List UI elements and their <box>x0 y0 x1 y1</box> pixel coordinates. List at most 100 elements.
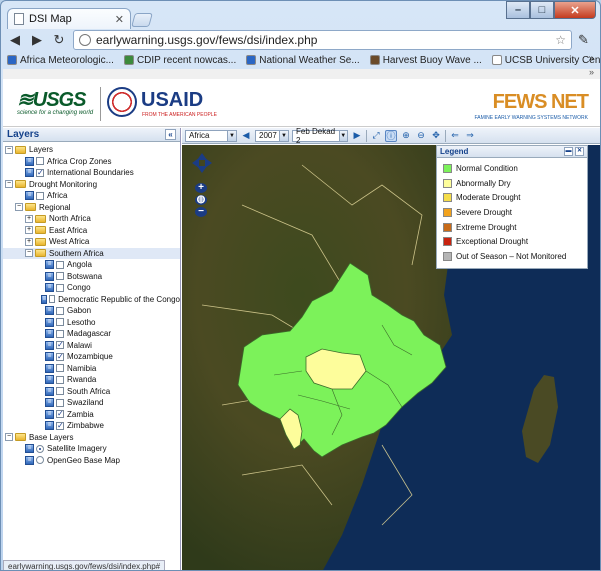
expand-icon[interactable]: + <box>25 214 33 223</box>
close-window-button[interactable]: ✕ <box>554 1 596 19</box>
chevron-down-icon[interactable]: ▼ <box>227 130 236 141</box>
period-select[interactable]: Feb Dekad 2 ▼ <box>292 127 348 145</box>
layer-tree-row[interactable]: ≡ Botswana <box>3 271 180 283</box>
layer-tree-row[interactable]: ≡ ✓ Malawi <box>3 340 180 352</box>
collapse-icon[interactable]: − <box>5 433 13 442</box>
layer-tree-row[interactable]: ≡ Satellite Imagery <box>3 443 180 455</box>
layer-label[interactable]: Southern Africa <box>49 249 104 258</box>
layer-label[interactable]: Malawi <box>67 341 92 350</box>
layer-tree-row[interactable]: ≡ ✓ Zimbabwe <box>3 420 180 432</box>
layer-tree-row[interactable]: ≡ Africa <box>3 190 180 202</box>
layer-tree-row[interactable]: ≡ Gabon <box>3 305 180 317</box>
layer-label[interactable]: East Africa <box>49 226 87 235</box>
layer-tree-row[interactable]: + West Africa <box>3 236 180 248</box>
layer-checkbox[interactable] <box>56 283 64 292</box>
layer-tree-row[interactable]: ≡ ✓ Zambia <box>3 409 180 421</box>
layer-label[interactable]: Regional <box>39 203 71 212</box>
layer-tree-row[interactable]: − Layers <box>3 144 180 156</box>
layer-label[interactable]: Lesotho <box>67 318 95 327</box>
minimize-button[interactable]: – <box>506 1 530 19</box>
pan-left-icon[interactable] <box>192 158 199 168</box>
layer-radio[interactable] <box>36 456 44 465</box>
layer-tree-row[interactable]: ≡ Swaziland <box>3 397 180 409</box>
collapse-icon[interactable]: − <box>5 145 13 154</box>
collapse-icon[interactable]: − <box>15 203 23 212</box>
zoom-in-box-icon[interactable]: ⊕ <box>400 130 412 142</box>
layer-tree-row[interactable]: ≡ South Africa <box>3 386 180 398</box>
map-view[interactable]: + ◍ − Legend ▬ ✕ Normal Condition Abnormal… <box>182 145 600 570</box>
layer-tree-row[interactable]: ≡ Rwanda <box>3 374 180 386</box>
usgs-logo[interactable]: ≋USGS <box>17 87 86 112</box>
layer-tree-row[interactable]: + North Africa <box>3 213 180 225</box>
bookmark-item[interactable]: National Weather Se... <box>246 55 360 66</box>
bookmark-item[interactable]: Africa Meteorologic... <box>7 55 114 66</box>
layer-checkbox[interactable] <box>56 272 64 281</box>
layer-checkbox[interactable] <box>36 191 44 200</box>
layer-label[interactable]: Rwanda <box>67 375 96 384</box>
layer-tree-row[interactable]: ≡ Democratic Republic of the Congo <box>3 294 180 306</box>
layer-checkbox[interactable] <box>56 318 64 327</box>
chevron-icon[interactable]: » <box>589 67 594 77</box>
layer-checkbox[interactable]: ✓ <box>56 410 64 419</box>
bookmark-item[interactable]: CDIP recent nowcas... <box>123 55 236 66</box>
layer-label[interactable]: Drought Monitoring <box>29 180 97 189</box>
layer-tree-row[interactable]: + East Africa <box>3 225 180 237</box>
layer-label[interactable]: Zambia <box>67 410 94 419</box>
next-view-icon[interactable]: ⇒ <box>464 130 476 142</box>
layer-checkbox[interactable] <box>49 295 56 304</box>
layer-label[interactable]: Satellite Imagery <box>47 444 107 453</box>
zoom-world-icon[interactable]: ◍ <box>195 195 207 205</box>
full-extent-icon[interactable]: ⤢ <box>370 130 382 142</box>
layer-tree-row[interactable]: − Drought Monitoring <box>3 179 180 191</box>
layer-tree-row[interactable]: ≡ Congo <box>3 282 180 294</box>
layer-checkbox[interactable]: ✓ <box>56 352 64 361</box>
layer-label[interactable]: North Africa <box>49 214 91 223</box>
layer-label[interactable]: South Africa <box>67 387 110 396</box>
year-select[interactable]: 2007 ▼ <box>255 129 289 142</box>
chevron-down-icon[interactable]: ▼ <box>338 130 347 141</box>
layer-label[interactable]: Democratic Republic of the Congo <box>58 295 180 304</box>
layer-tree-row[interactable]: ≡ ✓ International Boundaries <box>3 167 180 179</box>
layer-label[interactable]: West Africa <box>49 237 89 246</box>
layer-label[interactable]: International Boundaries <box>47 168 134 177</box>
url-text[interactable]: earlywarning.usgs.gov/fews/dsi/index.php <box>96 33 550 47</box>
reload-icon[interactable]: ↻ <box>51 32 67 48</box>
layer-checkbox[interactable] <box>56 375 64 384</box>
layer-label[interactable]: Africa Crop Zones <box>47 157 111 166</box>
layer-label[interactable]: Congo <box>67 283 91 292</box>
layer-checkbox[interactable] <box>36 157 44 166</box>
layer-tree-row[interactable]: ≡ Madagascar <box>3 328 180 340</box>
collapse-icon[interactable]: − <box>25 249 33 258</box>
layer-label[interactable]: Layers <box>29 145 53 154</box>
close-legend-button[interactable]: ✕ <box>575 147 584 156</box>
layer-checkbox[interactable]: ✓ <box>56 421 64 430</box>
layer-checkbox[interactable] <box>56 260 64 269</box>
zoom-out-button[interactable]: − <box>195 207 207 217</box>
bookmarks-more-icon[interactable]: » <box>588 53 594 64</box>
expand-icon[interactable]: + <box>25 237 33 246</box>
layer-tree-row[interactable]: ≡ Lesotho <box>3 317 180 329</box>
layer-tree-row[interactable]: ≡ Angola <box>3 259 180 271</box>
bookmark-item[interactable]: Harvest Buoy Wave ... <box>369 55 482 66</box>
layer-label[interactable]: Africa <box>47 191 67 200</box>
layer-label[interactable]: Namibia <box>67 364 96 373</box>
layer-label[interactable]: Mozambique <box>67 352 113 361</box>
fewsnet-logo[interactable]: FEWS NET <box>493 91 589 114</box>
layer-checkbox[interactable] <box>56 329 64 338</box>
wrench-icon[interactable]: ✎ <box>578 32 594 48</box>
layer-tree-row[interactable]: ≡ ✓ Mozambique <box>3 351 180 363</box>
collapse-panel-button[interactable]: « <box>165 129 176 140</box>
pan-icon[interactable]: ✥ <box>430 130 442 142</box>
layer-label[interactable]: Zimbabwe <box>67 421 104 430</box>
prev-arrow-icon[interactable]: ◀ <box>240 130 252 142</box>
collapse-icon[interactable]: − <box>5 180 13 189</box>
layer-radio[interactable] <box>36 444 44 453</box>
next-arrow-icon[interactable]: ▶ <box>351 130 363 142</box>
layer-checkbox[interactable] <box>56 306 64 315</box>
chevron-down-icon[interactable]: ▼ <box>279 130 288 141</box>
layer-tree-row[interactable]: − Southern Africa <box>3 247 180 259</box>
maximize-button[interactable]: □ <box>530 1 554 19</box>
layer-label[interactable]: Botswana <box>67 272 102 281</box>
layer-checkbox[interactable]: ✓ <box>36 168 44 177</box>
layer-checkbox[interactable]: ✓ <box>56 341 64 350</box>
